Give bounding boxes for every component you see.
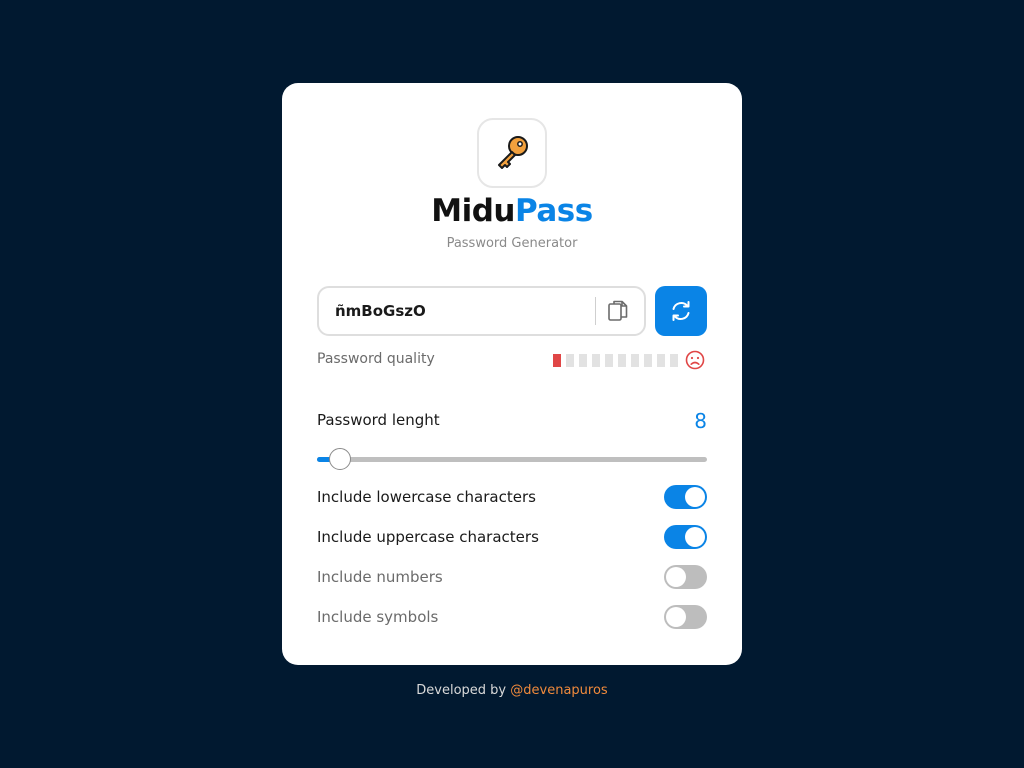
toggle-uppercase[interactable] [664, 525, 707, 549]
option-lowercase: Include lowercase characters [317, 485, 707, 511]
password-quality-meter [553, 354, 678, 367]
password-value[interactable]: ñmBoGszO [335, 288, 426, 334]
password-field-divider [595, 297, 596, 325]
quality-segment [644, 354, 652, 367]
toggle-numbers[interactable] [664, 565, 707, 589]
toggle-knob [685, 527, 705, 547]
logo [477, 118, 547, 188]
toggle-lowercase[interactable] [664, 485, 707, 509]
app-title: MiduPass [282, 193, 742, 229]
quality-segment [657, 354, 665, 367]
option-symbols-label: Include symbols [317, 608, 439, 626]
password-length-slider[interactable] [317, 447, 707, 471]
footer-author-link[interactable]: @devenapuros [510, 683, 607, 698]
regenerate-button[interactable] [655, 286, 707, 336]
quality-segment [670, 354, 678, 367]
password-quality-label: Password quality [317, 351, 435, 367]
password-length-value: 8 [694, 409, 707, 433]
option-numbers: Include numbers [317, 565, 707, 591]
option-uppercase-label: Include uppercase characters [317, 528, 539, 546]
quality-segment [618, 354, 626, 367]
footer-text: Developed by [416, 683, 507, 698]
toggle-knob [666, 607, 686, 627]
password-field[interactable]: ñmBoGszO [317, 286, 646, 336]
quality-segment [592, 354, 600, 367]
option-uppercase: Include uppercase characters [317, 525, 707, 551]
password-length-label: Password lenght [317, 411, 440, 429]
toggle-knob [666, 567, 686, 587]
quality-segment [631, 354, 639, 367]
slider-thumb[interactable] [329, 448, 351, 470]
quality-segment [566, 354, 574, 367]
slider-track [317, 457, 707, 462]
copy-icon [608, 300, 628, 321]
sad-face-icon [685, 350, 705, 370]
app-title-prefix: Midu [431, 193, 515, 229]
key-icon [498, 136, 528, 169]
app-subtitle: Password Generator [446, 236, 578, 251]
option-lowercase-label: Include lowercase characters [317, 488, 536, 506]
password-generator-card: MiduPass Password Generator ñmBoGszO Pas… [282, 83, 742, 665]
toggle-symbols[interactable] [664, 605, 707, 629]
option-numbers-label: Include numbers [317, 568, 443, 586]
option-symbols: Include symbols [317, 605, 707, 631]
toggle-knob [685, 487, 705, 507]
quality-segment [553, 354, 561, 367]
refresh-icon [672, 301, 690, 321]
copy-button[interactable] [603, 296, 633, 326]
app-title-accent: Pass [515, 193, 593, 229]
footer: Developed by @devenapuros [0, 683, 1024, 698]
quality-segment [579, 354, 587, 367]
quality-segment [605, 354, 613, 367]
